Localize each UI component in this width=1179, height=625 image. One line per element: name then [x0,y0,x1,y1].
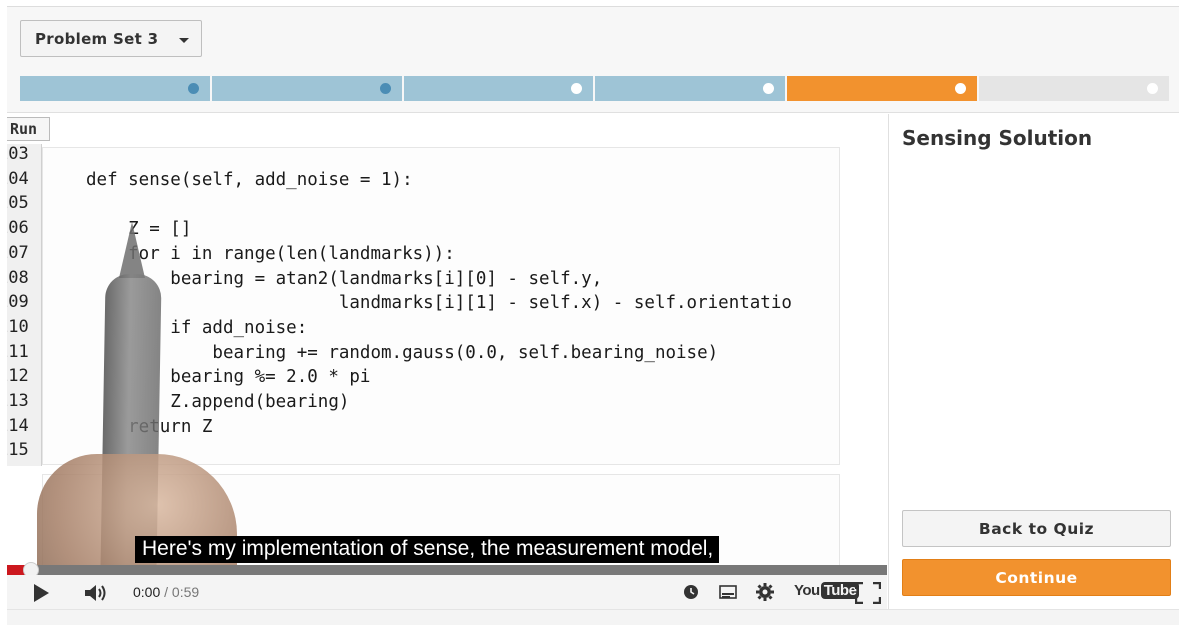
line-number: 112 [7,366,29,387]
line-number: 109 [7,292,29,313]
line-number: 108 [7,267,29,288]
line-number: 106 [7,218,29,239]
time-separator: / [160,584,172,600]
video-caption: Here's my implementation of sense, the m… [135,536,720,563]
lesson-title: Sensing Solution [902,126,1093,150]
progress-dot [379,83,391,94]
progress-segment-3[interactable] [403,76,594,101]
progress-dot [571,83,583,94]
youtube-logo[interactable]: You Tube [794,582,860,599]
progress-segment-1[interactable] [20,76,210,101]
progress-segment-2[interactable] [211,76,402,101]
problem-set-dropdown[interactable]: Problem Set 3 [20,20,202,57]
code-line: bearing += random.gauss(0.0, self.bearin… [86,342,719,363]
progress-segment-4[interactable] [595,76,786,101]
play-icon[interactable] [29,583,53,603]
progress-dot [187,83,199,94]
line-number: 103 [7,144,29,164]
clock-icon[interactable] [682,583,700,601]
progress-dot [763,83,775,94]
lesson-progress-bar [20,76,1169,101]
chevron-down-icon [179,38,189,43]
progress-segment-6[interactable] [979,76,1169,101]
line-number: 110 [7,316,29,337]
youtube-logo-you: You [794,582,820,599]
youtube-logo-tube: Tube [820,582,860,599]
line-number: 115 [7,440,29,461]
back-to-quiz-button[interactable]: Back to Quiz [902,510,1171,547]
lesson-sidebar: Sensing Solution Back to Quiz Continue [888,114,1179,609]
line-number: 107 [7,242,29,263]
bottom-strip [7,609,1179,625]
line-number: 104 [7,168,29,189]
duration: 0:59 [171,584,200,600]
captions-icon[interactable] [718,583,738,601]
player-controls: 0:00 / 0:59 You Tube [7,575,887,609]
fullscreen-icon[interactable] [855,582,881,604]
code-line: def sense(self, add_noise = 1): [86,169,413,190]
volume-icon[interactable] [83,583,111,603]
line-number: 105 [7,193,29,214]
current-time: 0:00 [133,584,161,600]
line-number-gutter: 103 104 105 106 107 108 109 110 111 112 113 114 115 [7,144,42,466]
settings-gear-icon[interactable] [754,582,776,602]
run-button: Run [7,117,50,141]
pen-tip [119,222,145,278]
time-display: 0:00 / 0:59 [133,584,199,600]
continue-button[interactable]: Continue [902,559,1171,596]
problem-set-label: Problem Set 3 [35,29,159,48]
code-line: landmarks[i][1] - self.x) - self.orienta… [86,293,792,314]
line-number: 114 [7,415,29,436]
progress-dot [1146,83,1158,94]
code-line: bearing = atan2(landmarks[i][0] - self.y… [86,268,603,289]
seek-bar[interactable] [7,562,887,578]
code-editor-panel: def sense(self, add_noise = 1): Z = [] f… [42,147,840,465]
progress-segment-5[interactable] [787,76,978,101]
video-player[interactable]: Run 103 104 105 106 107 108 109 110 111 112 113 114… [7,114,887,609]
line-number: 113 [7,391,29,411]
progress-dot [955,83,967,94]
line-number: 111 [7,341,29,362]
lesson-page: Problem Set 3 Run 1031041051061071081091… [0,0,1179,625]
